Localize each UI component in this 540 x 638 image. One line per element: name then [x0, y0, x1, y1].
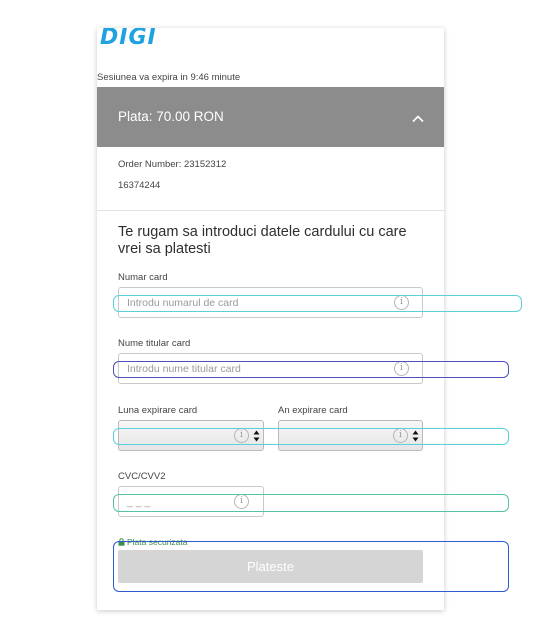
card-number-input[interactable]: Introdu numarul de card i [118, 287, 423, 318]
info-icon[interactable]: i [394, 295, 409, 310]
exp-year-select[interactable]: i [278, 420, 423, 451]
holder-name-placeholder: Introdu nume titular card [127, 363, 241, 375]
info-icon[interactable]: i [234, 494, 249, 509]
chevron-up-icon[interactable] [412, 113, 424, 125]
select-arrows-icon [412, 430, 419, 442]
holder-name-input[interactable]: Introdu nume titular card i [118, 353, 423, 384]
payment-amount: Plata: 70.00 RON [118, 109, 224, 124]
cvc-placeholder: _ _ _ [127, 496, 151, 508]
order-number: Order Number: 23152312 [118, 159, 227, 170]
info-icon[interactable]: i [393, 428, 408, 443]
session-timer: Sesiunea va expira in 9:46 minute [97, 72, 241, 83]
exp-year-label: An expirare card [278, 405, 348, 416]
info-icon[interactable]: i [394, 361, 409, 376]
payment-summary-header[interactable]: Plata: 70.00 RON [97, 87, 444, 147]
cvc-label: CVC/CVV2 [118, 471, 166, 482]
card-number-placeholder: Introdu numarul de card [127, 297, 239, 309]
lock-icon [118, 538, 125, 546]
exp-month-select[interactable]: i [118, 420, 264, 451]
form-heading: Te rugam sa introduci datele cardului cu… [118, 224, 407, 257]
holder-name-label: Nume titular card [118, 338, 191, 349]
payment-page: DIGI Sesiunea va expira in 9:46 minute P… [97, 28, 444, 610]
order-reference: 16374244 [118, 180, 161, 191]
exp-month-label: Luna expirare card [118, 405, 198, 416]
digi-logo: DIGI [100, 28, 157, 50]
secure-payment-text: Plata securizata [127, 537, 188, 547]
section-divider [97, 210, 444, 211]
pay-button[interactable]: Plateste [118, 550, 423, 583]
info-icon[interactable]: i [234, 428, 249, 443]
card-number-label: Numar card [118, 272, 168, 283]
cvc-input[interactable]: _ _ _ i [118, 486, 264, 517]
select-arrows-icon [253, 430, 260, 442]
